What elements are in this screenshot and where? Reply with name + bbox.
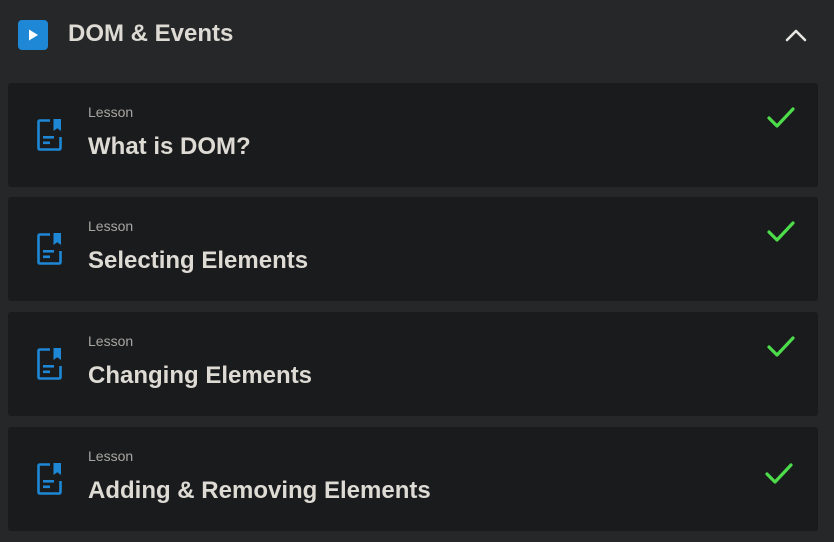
chevron-up-icon[interactable] (780, 22, 812, 48)
lesson-item[interactable]: Lesson Selecting Elements (8, 197, 818, 301)
lesson-title: Selecting Elements (88, 247, 309, 274)
lesson-type-label: Lesson (88, 333, 134, 349)
document-bookmark-icon (36, 347, 64, 381)
section-header[interactable]: DOM & Events (0, 0, 834, 70)
lesson-title: Adding & Removing Elements (88, 477, 431, 504)
checkmark-icon (766, 334, 796, 360)
document-bookmark-icon (36, 118, 64, 152)
checkmark-icon (766, 219, 796, 245)
lesson-item[interactable]: Lesson Changing Elements (8, 312, 818, 416)
document-bookmark-icon (36, 232, 64, 266)
lesson-type-label: Lesson (88, 104, 134, 120)
section-title: DOM & Events (68, 20, 234, 47)
lesson-item[interactable]: Lesson What is DOM? (8, 83, 818, 187)
checkmark-icon (766, 105, 796, 131)
course-section-panel: DOM & Events Lesson What is DOM? Lesson … (0, 0, 834, 542)
lesson-title: What is DOM? (88, 133, 251, 160)
lesson-title: Changing Elements (88, 362, 313, 389)
document-bookmark-icon (36, 462, 64, 496)
checkmark-icon (764, 461, 794, 487)
lesson-type-label: Lesson (88, 448, 134, 464)
play-icon (18, 20, 48, 50)
lesson-type-label: Lesson (88, 218, 134, 234)
lesson-item[interactable]: Lesson Adding & Removing Elements (8, 427, 818, 531)
